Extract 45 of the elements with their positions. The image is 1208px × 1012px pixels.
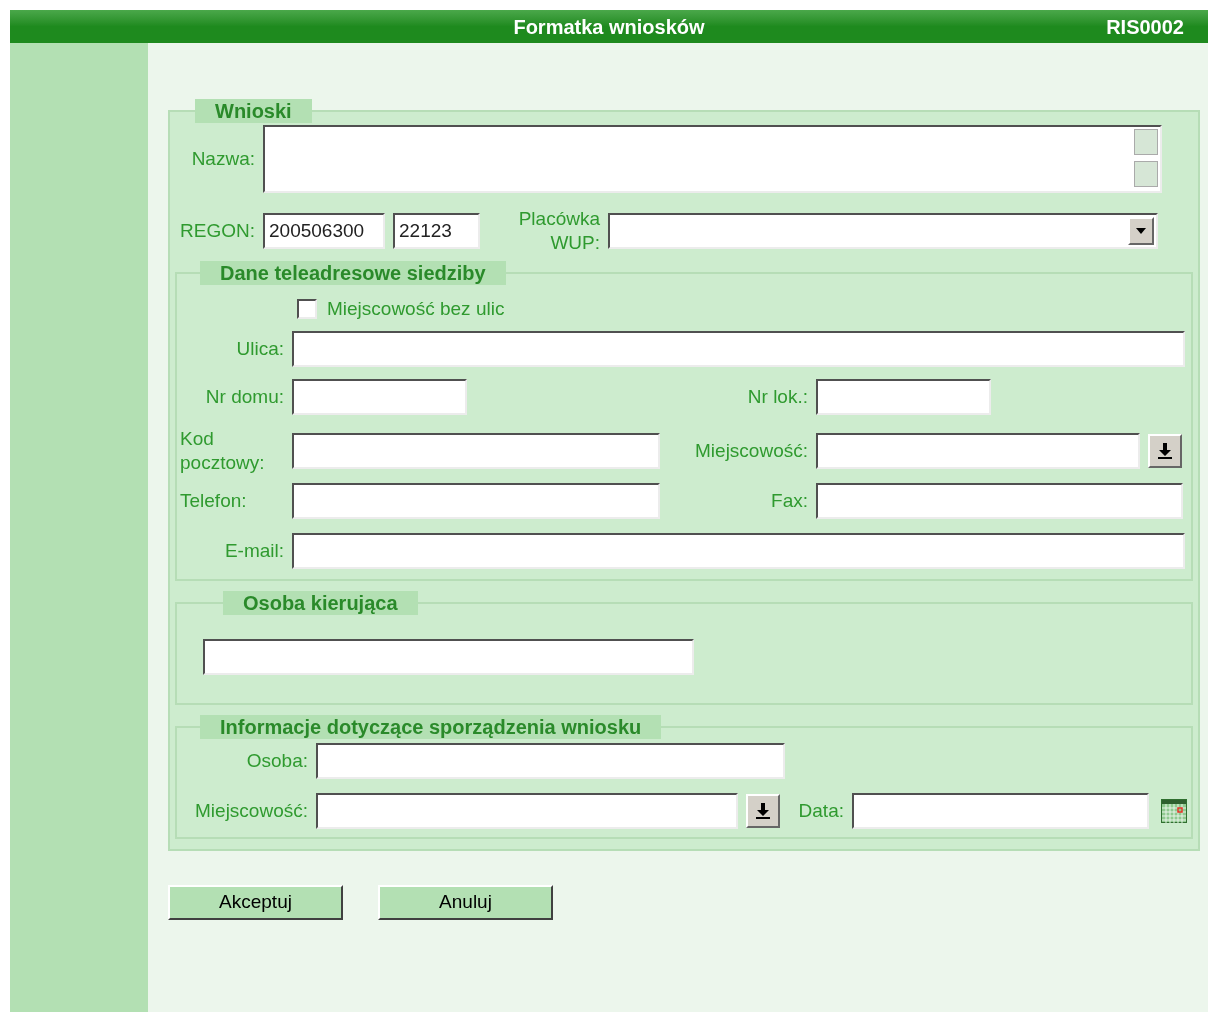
field-label: Kod pocztowy: bbox=[180, 427, 266, 475]
section-legend: Dane teleadresowe siedziby bbox=[200, 261, 506, 285]
regon-suffix-field[interactable]: 22123 bbox=[393, 213, 480, 249]
action-button[interactable]: Anuluj bbox=[378, 885, 553, 920]
section-legend: Wnioski bbox=[195, 99, 312, 123]
download-arrow-icon bbox=[755, 802, 771, 820]
field-label: Placówka WUP: bbox=[517, 207, 600, 255]
field-label: Miejscowość: bbox=[694, 439, 808, 463]
fax-field[interactable] bbox=[816, 483, 1183, 519]
house-number-field[interactable] bbox=[292, 379, 467, 415]
checkbox-label: Miejscowość bez ulic bbox=[327, 297, 505, 321]
section-legend: Informacje dotyczące sporządzenia wniosku bbox=[200, 715, 662, 739]
apartment-number-field[interactable] bbox=[816, 379, 991, 415]
action-button[interactable]: Akceptuj bbox=[168, 885, 343, 920]
branch-dropdown[interactable] bbox=[608, 213, 1158, 249]
city-field[interactable] bbox=[816, 433, 1140, 469]
calendar-icon[interactable] bbox=[1161, 799, 1187, 823]
download-arrow-button[interactable] bbox=[746, 794, 780, 828]
regon-field[interactable]: 200506300 bbox=[263, 213, 385, 249]
field-label: Fax: bbox=[770, 489, 808, 513]
postal-code-field[interactable] bbox=[292, 433, 660, 469]
person-field[interactable] bbox=[316, 743, 785, 779]
checkbox[interactable] bbox=[297, 299, 317, 319]
field-label: Ulica: bbox=[235, 337, 284, 361]
field-label: Telefon: bbox=[180, 489, 248, 513]
dropdown-caret-icon[interactable] bbox=[1128, 217, 1154, 245]
form-code: RIS0002 bbox=[1106, 14, 1184, 40]
date-field[interactable] bbox=[852, 793, 1149, 829]
download-arrow-button[interactable] bbox=[1148, 434, 1182, 468]
download-arrow-icon bbox=[1157, 442, 1173, 460]
email-field[interactable] bbox=[292, 533, 1185, 569]
field-label: Miejscowość: bbox=[194, 799, 308, 823]
window-title: Formatka wniosków bbox=[513, 14, 705, 40]
field-label: Nr lok.: bbox=[746, 385, 808, 409]
field-label: Data: bbox=[797, 799, 844, 823]
field-label: Nazwa: bbox=[190, 147, 255, 171]
field-label: Osoba: bbox=[245, 749, 308, 773]
street-field[interactable] bbox=[292, 331, 1185, 367]
phone-field[interactable] bbox=[292, 483, 660, 519]
field-label: Nr domu: bbox=[204, 385, 284, 409]
field-label: E-mail: bbox=[223, 539, 284, 563]
section-legend: Osoba kierująca bbox=[223, 591, 418, 615]
manager-field[interactable] bbox=[203, 639, 694, 675]
field-label: REGON: bbox=[179, 219, 255, 243]
place-field[interactable] bbox=[316, 793, 738, 829]
